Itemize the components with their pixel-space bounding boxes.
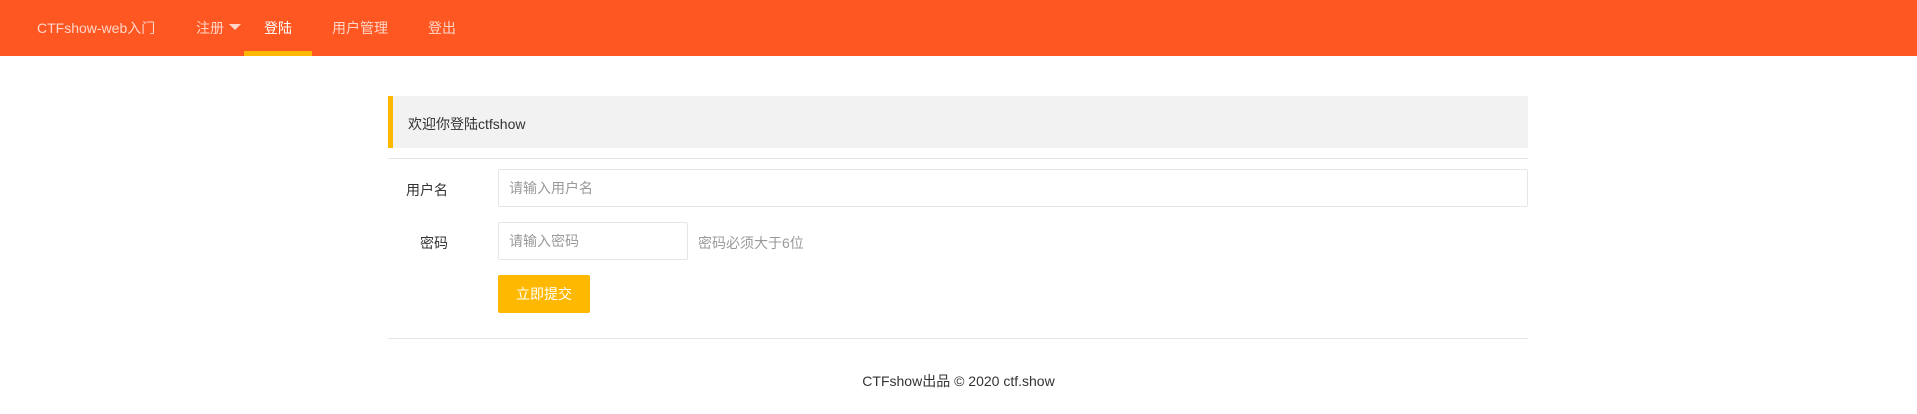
footer-text: CTFshow出品 © 2020 bbox=[862, 373, 1004, 389]
footer: CTFshow出品 © 2020 ctf.show bbox=[0, 371, 1917, 391]
nav-user-management[interactable]: 用户管理 bbox=[332, 18, 388, 38]
password-label: 密码 bbox=[420, 235, 448, 251]
nav-register[interactable]: 注册 bbox=[196, 18, 224, 38]
top-nav-bar: CTFshow-web入门 注册 登陆 用户管理 登出 bbox=[0, 0, 1917, 56]
brand-logo[interactable]: CTFshow-web入门 bbox=[37, 18, 155, 38]
nav-login[interactable]: 登陆 bbox=[264, 18, 292, 38]
active-nav-indicator bbox=[244, 51, 312, 56]
divider bbox=[388, 338, 1528, 339]
submit-button[interactable]: 立即提交 bbox=[498, 275, 590, 313]
nav-logout[interactable]: 登出 bbox=[428, 18, 456, 38]
password-hint: 密码必须大于6位 bbox=[698, 235, 804, 251]
divider bbox=[388, 158, 1528, 159]
welcome-quote: 欢迎你登陆ctfshow bbox=[388, 96, 1528, 148]
footer-link[interactable]: ctf.show bbox=[1003, 373, 1054, 389]
password-input[interactable] bbox=[498, 222, 688, 260]
chevron-down-icon[interactable] bbox=[229, 24, 241, 30]
username-input[interactable] bbox=[498, 169, 1528, 207]
username-label: 用户名 bbox=[406, 182, 448, 198]
